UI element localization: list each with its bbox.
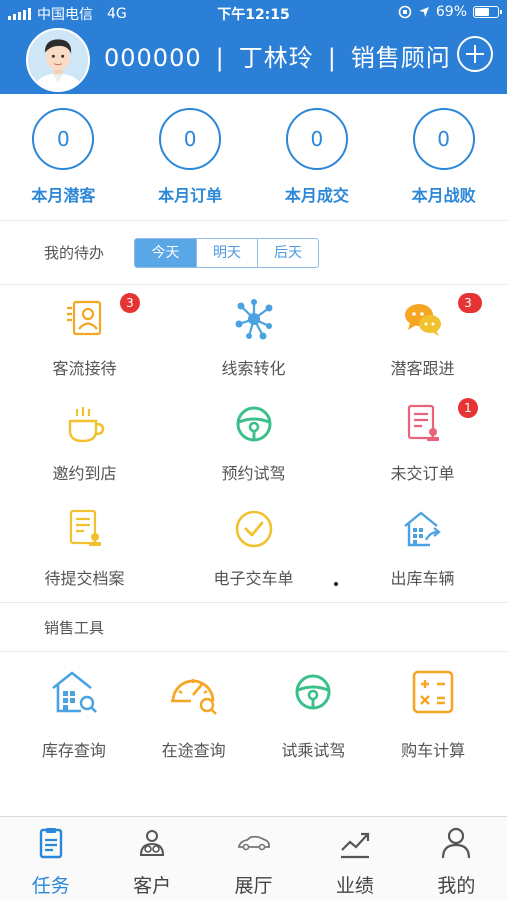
car-icon (236, 825, 272, 865)
user-id: 000000 (104, 44, 202, 72)
tab-label: 任务 (31, 875, 70, 897)
stat-item[interactable]: 0 本月订单 (127, 94, 254, 220)
chart-trend-icon (337, 825, 373, 865)
tab-item[interactable]: 客户 (101, 817, 202, 900)
todo-header: 我的待办 今天 明天 后天 (0, 221, 507, 284)
tab-item[interactable]: 任务 (0, 817, 101, 900)
monthly-stats: 0 本月潜客 0 本月订单 0 本月成交 0 本月战败 (0, 94, 507, 220)
clipboard-icon (33, 825, 69, 865)
battery-icon (473, 6, 502, 18)
order-document-icon (400, 401, 446, 447)
tab-item[interactable]: 我的 (406, 817, 507, 900)
todo-item[interactable]: 1 未交订单 (338, 390, 507, 495)
stat-label: 本月成交 (284, 186, 349, 205)
status-bar: 中国电信 4G 下午12:15 69% (0, 0, 507, 26)
stat-value: 0 (159, 108, 222, 170)
todo-item-label: 待提交档案 (44, 569, 125, 588)
add-button[interactable] (457, 36, 493, 72)
day-selector: 今天 明天 后天 (134, 238, 319, 268)
tab-label: 业绩 (335, 875, 374, 897)
todo-item[interactable]: 待提交档案 (0, 495, 169, 600)
warehouse-search-icon (47, 665, 101, 723)
tab-label: 展厅 (234, 875, 273, 897)
tab-item[interactable]: 展厅 (203, 817, 304, 900)
profile-header: 000000 | 丁林玲 | 销售顾问 (0, 26, 507, 94)
todo-item-label: 邀约到店 (52, 464, 117, 483)
todo-item-label: 出库车辆 (390, 569, 455, 588)
todo-item-label: 电子交车单 (213, 569, 294, 588)
day-tab[interactable]: 明天 (196, 239, 257, 267)
chat-bubbles-icon (400, 296, 446, 342)
todo-item-label: 客流接待 (52, 359, 117, 378)
location-arrow-icon (418, 7, 429, 17)
todo-item[interactable]: 出库车辆 (338, 495, 507, 600)
tool-item-label: 库存查询 (41, 741, 106, 760)
tools-title: 销售工具 (44, 619, 105, 637)
todo-title: 我的待办 (44, 244, 105, 262)
tool-item[interactable]: 购车计算 (373, 651, 493, 761)
steering-wheel-icon (286, 665, 340, 723)
tab-bar: 任务 客户 展厅 业绩 我的 (0, 816, 507, 900)
tools-header: 销售工具 (0, 603, 507, 651)
stat-label: 本月战败 (411, 186, 476, 205)
stat-label: 本月潜客 (31, 186, 96, 205)
count-badge: 1 (458, 398, 478, 418)
day-tab[interactable]: 后天 (257, 239, 318, 267)
stat-item[interactable]: 0 本月战败 (380, 94, 507, 220)
coffee-cup-icon (62, 401, 108, 447)
reception-icon (62, 296, 108, 342)
orientation-lock-icon (398, 5, 412, 19)
user-name: 丁林玲 (238, 44, 314, 72)
count-badge: 3 (120, 293, 140, 313)
profile-info: 000000 | 丁林玲 | 销售顾问 (104, 44, 451, 72)
stat-label: 本月订单 (158, 186, 223, 205)
todo-item[interactable]: 3 潜客跟进 (338, 285, 507, 390)
todo-item[interactable]: 36线索转化 (169, 285, 483, 390)
stat-item[interactable]: 0 本月成交 (254, 94, 381, 220)
stat-item[interactable]: 0 本月潜客 (0, 94, 127, 220)
steering-wheel-icon (231, 401, 277, 447)
stat-value: 0 (285, 108, 348, 170)
calculator-icon (406, 665, 460, 723)
stat-value: 0 (32, 108, 95, 170)
tool-item-label: 试乘试驾 (281, 741, 346, 760)
todo-item-label: 未交订单 (390, 464, 455, 483)
todo-item-label: 线索转化 (221, 359, 286, 378)
todo-item[interactable]: 预约试驾 (169, 390, 338, 495)
todo-item[interactable]: 3 客流接待 (0, 285, 169, 390)
archive-document-icon (62, 506, 108, 552)
tool-item-label: 在途查询 (161, 741, 226, 760)
check-circle-icon (231, 506, 277, 552)
warehouse-export-icon (400, 506, 446, 552)
day-tab[interactable]: 今天 (135, 239, 196, 267)
todo-grid: 3客流接待36线索转化3潜客跟进邀约到店预约试驾1未交订单待提交档案电子交车单出… (0, 285, 507, 600)
tool-item[interactable]: 在途查询 (134, 651, 254, 761)
page-dot (334, 582, 338, 586)
customers-icon (134, 825, 170, 865)
tool-item[interactable]: 试乘试驾 (254, 651, 374, 761)
tab-item[interactable]: 业绩 (304, 817, 405, 900)
avatar[interactable] (26, 28, 90, 92)
user-role: 销售顾问 (350, 44, 451, 72)
todo-item[interactable]: 邀约到店 (0, 390, 169, 495)
person-icon (438, 825, 474, 865)
lead-network-icon (231, 296, 277, 342)
tab-label: 客户 (133, 875, 172, 897)
speedometer-search-icon (167, 665, 221, 723)
stat-value: 0 (412, 108, 475, 170)
avatar-illustration (28, 30, 88, 90)
sales-tools: 库存查询 在途查询 试乘试驾 购车计算 (0, 651, 507, 761)
count-badge: 3 (458, 293, 478, 313)
tool-item-label: 购车计算 (401, 741, 466, 760)
todo-item-label: 潜客跟进 (390, 359, 455, 378)
tool-item[interactable]: 库存查询 (14, 651, 134, 761)
todo-item-label: 预约试驾 (221, 464, 286, 483)
todo-item[interactable]: 电子交车单 (169, 495, 338, 600)
battery-percent: 69% (435, 4, 467, 20)
tab-label: 我的 (437, 875, 476, 897)
